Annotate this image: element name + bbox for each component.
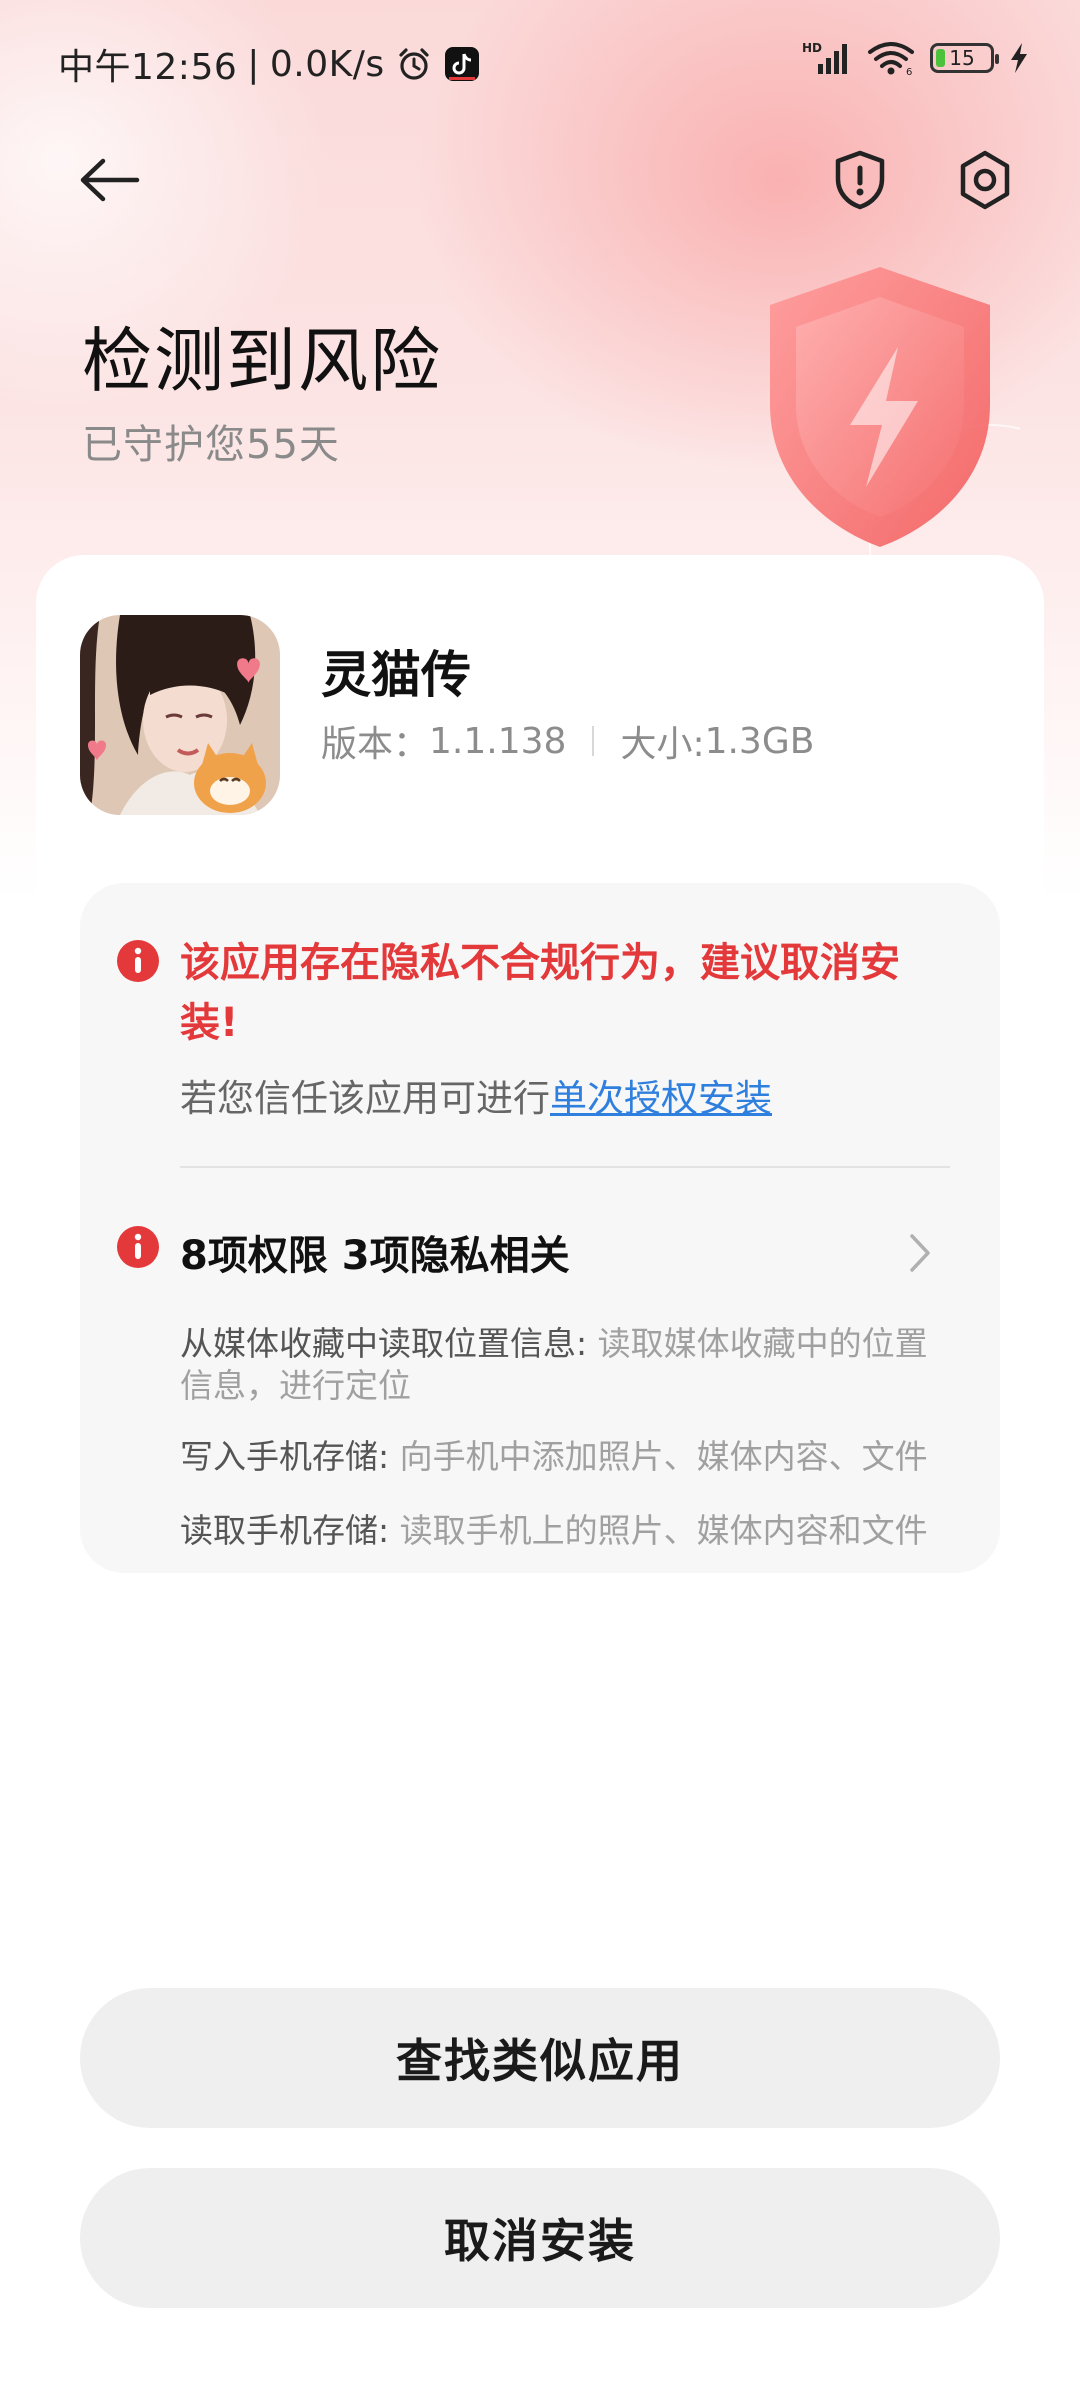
charging-icon xyxy=(1008,41,1030,75)
svg-text:HD: HD xyxy=(802,41,822,55)
back-arrow-icon xyxy=(80,158,140,202)
permission-name: 写入手机存储: xyxy=(180,1437,400,1476)
status-net-speed: 0.0K/s xyxy=(269,43,385,85)
warning-icon xyxy=(117,1226,159,1268)
svg-text:6: 6 xyxy=(906,67,912,76)
app-icon xyxy=(80,615,280,815)
permission-item: 写入手机存储: 向手机中添加照片、媒体内容、文件 xyxy=(180,1436,940,1478)
status-right: HD 6 15 xyxy=(802,40,1030,76)
tiktok-icon xyxy=(443,45,481,83)
battery-level: 15 xyxy=(949,46,975,70)
app-name: 灵猫传 xyxy=(321,646,471,704)
risk-panel: 该应用存在隐私不合规行为，建议取消安装! 若您信任该应用可进行单次授权安装 8项… xyxy=(80,883,1000,1573)
security-button[interactable] xyxy=(820,140,900,220)
wifi-icon: 6 xyxy=(866,40,916,76)
version-label: 版本： xyxy=(321,724,430,765)
size-label: 大小: xyxy=(620,724,705,765)
protection-days: 已守护您55天 xyxy=(82,422,340,468)
status-bar: 中午12:56 | 0.0K/s HD 6 15 xyxy=(0,0,1080,120)
trust-line: 若您信任该应用可进行单次授权安装 xyxy=(180,1068,772,1122)
status-time: 中午12:56 xyxy=(58,47,238,88)
warning-icon xyxy=(117,940,159,982)
settings-button[interactable] xyxy=(945,140,1025,220)
app-meta: 版本： 1.1.138 大小: 1.3GB xyxy=(321,715,814,767)
hero-shield-illustration xyxy=(740,255,1080,666)
alarm-icon xyxy=(395,45,433,83)
back-button[interactable] xyxy=(70,140,150,220)
status-separator: | xyxy=(247,43,260,85)
chevron-right-icon xyxy=(910,1234,930,1272)
permission-name: 读取手机存储: xyxy=(180,1511,400,1550)
version-value: 1.1.138 xyxy=(429,720,567,762)
shield-alert-icon xyxy=(835,150,885,210)
single-authorize-install-link[interactable]: 单次授权安装 xyxy=(550,1077,772,1120)
divider xyxy=(180,1166,950,1168)
page-title: 检测到风险 xyxy=(82,320,442,402)
signal-icon: HD xyxy=(802,40,852,76)
app-info-card: 灵猫传 版本： 1.1.138 大小: 1.3GB 该应用存在隐私不合规行为，建… xyxy=(36,555,1044,1605)
permission-item: 从媒体收藏中读取位置信息: 读取媒体收藏中的位置信息，进行定位 xyxy=(180,1323,940,1407)
status-left: 中午12:56 | 0.0K/s xyxy=(58,38,481,90)
permission-item: 读取手机存储: 读取手机上的照片、媒体内容和文件 xyxy=(180,1510,940,1552)
find-similar-apps-button[interactable]: 查找类似应用 xyxy=(80,1988,1000,2128)
permission-desc: 读取手机上的照片、媒体内容和文件 xyxy=(399,1511,928,1550)
cancel-install-button[interactable]: 取消安装 xyxy=(80,2168,1000,2308)
permission-desc: 向手机中添加照片、媒体内容、文件 xyxy=(399,1437,928,1476)
privacy-warning-text: 该应用存在隐私不合规行为，建议取消安装! xyxy=(180,940,900,1046)
permissions-summary: 8项权限 3项隐私相关 xyxy=(180,1233,570,1279)
size-value: 1.3GB xyxy=(704,720,815,762)
meta-divider xyxy=(592,726,595,756)
gear-icon xyxy=(960,150,1010,210)
battery-icon: 15 xyxy=(930,43,999,73)
trust-prefix: 若您信任该应用可进行 xyxy=(180,1077,550,1120)
permission-name: 从媒体收藏中读取位置信息: xyxy=(180,1324,598,1363)
